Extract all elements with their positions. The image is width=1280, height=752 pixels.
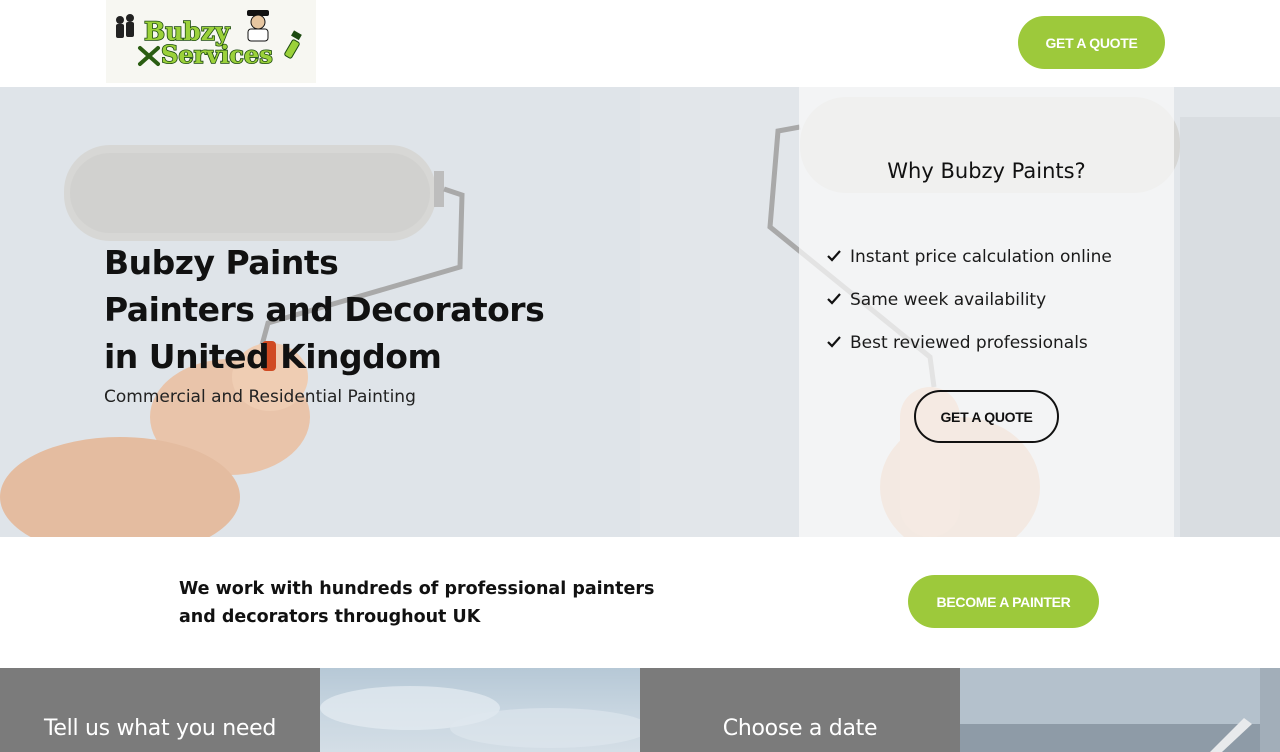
step-choose-date: Choose a date: [640, 668, 960, 752]
list-item: Instant price calculation online: [827, 235, 1112, 278]
step-image-interior: [960, 668, 1280, 752]
benefit-label: Same week availability: [850, 289, 1047, 310]
step-title: Choose a date: [722, 716, 878, 741]
why-panel-title: Why Bubzy Paints?: [887, 159, 1086, 183]
step-title: Tell us what you need: [44, 716, 276, 741]
painters-network-text: We work with hundreds of professional pa…: [179, 575, 659, 631]
check-icon: [827, 290, 843, 310]
hero-subtitle: Commercial and Residential Painting: [104, 387, 416, 407]
check-icon: [827, 333, 843, 353]
benefit-label: Instant price calculation online: [850, 246, 1112, 267]
painters-band: We work with hundreds of professional pa…: [0, 537, 1280, 668]
interior-image: [960, 668, 1280, 752]
become-painter-button[interactable]: BECOME A PAINTER: [908, 575, 1099, 628]
step-tell-us: Tell us what you need: [0, 668, 320, 752]
why-benefits-list: Instant price calculation online Same we…: [827, 235, 1112, 364]
step-image-sky: [320, 668, 640, 752]
sky-image: [320, 686, 640, 748]
site-header: Bubzy Services GET A QUOTE: [0, 0, 1280, 87]
get-quote-header-button[interactable]: GET A QUOTE: [1018, 16, 1165, 69]
bubzy-services-logo[interactable]: Bubzy Services: [106, 0, 316, 83]
list-item: Same week availability: [827, 278, 1112, 321]
check-icon: [827, 247, 843, 267]
benefit-label: Best reviewed professionals: [850, 332, 1088, 353]
hero-title-line-1: Bubzy Paints: [104, 243, 339, 282]
logo-text-services: Services: [161, 40, 273, 69]
why-bubzy-panel: Why Bubzy Paints? Instant price calculat…: [799, 87, 1174, 537]
steps-section: Tell us what you need Choose a date: [0, 668, 1280, 752]
list-item: Best reviewed professionals: [827, 321, 1112, 364]
hero-title-line-2: Painters and Decorators: [104, 290, 545, 329]
band-text-line-1: We work with hundreds of professional pa…: [179, 579, 655, 599]
hero-title: Bubzy Paints Painters and Decorators in …: [104, 239, 545, 380]
band-text-line-2: and decorators throughout UK: [179, 607, 481, 627]
hero-title-line-3: in United Kingdom: [104, 337, 442, 376]
get-quote-panel-button[interactable]: GET A QUOTE: [914, 390, 1059, 443]
hero-section: Bubzy Paints Painters and Decorators in …: [0, 87, 1280, 537]
